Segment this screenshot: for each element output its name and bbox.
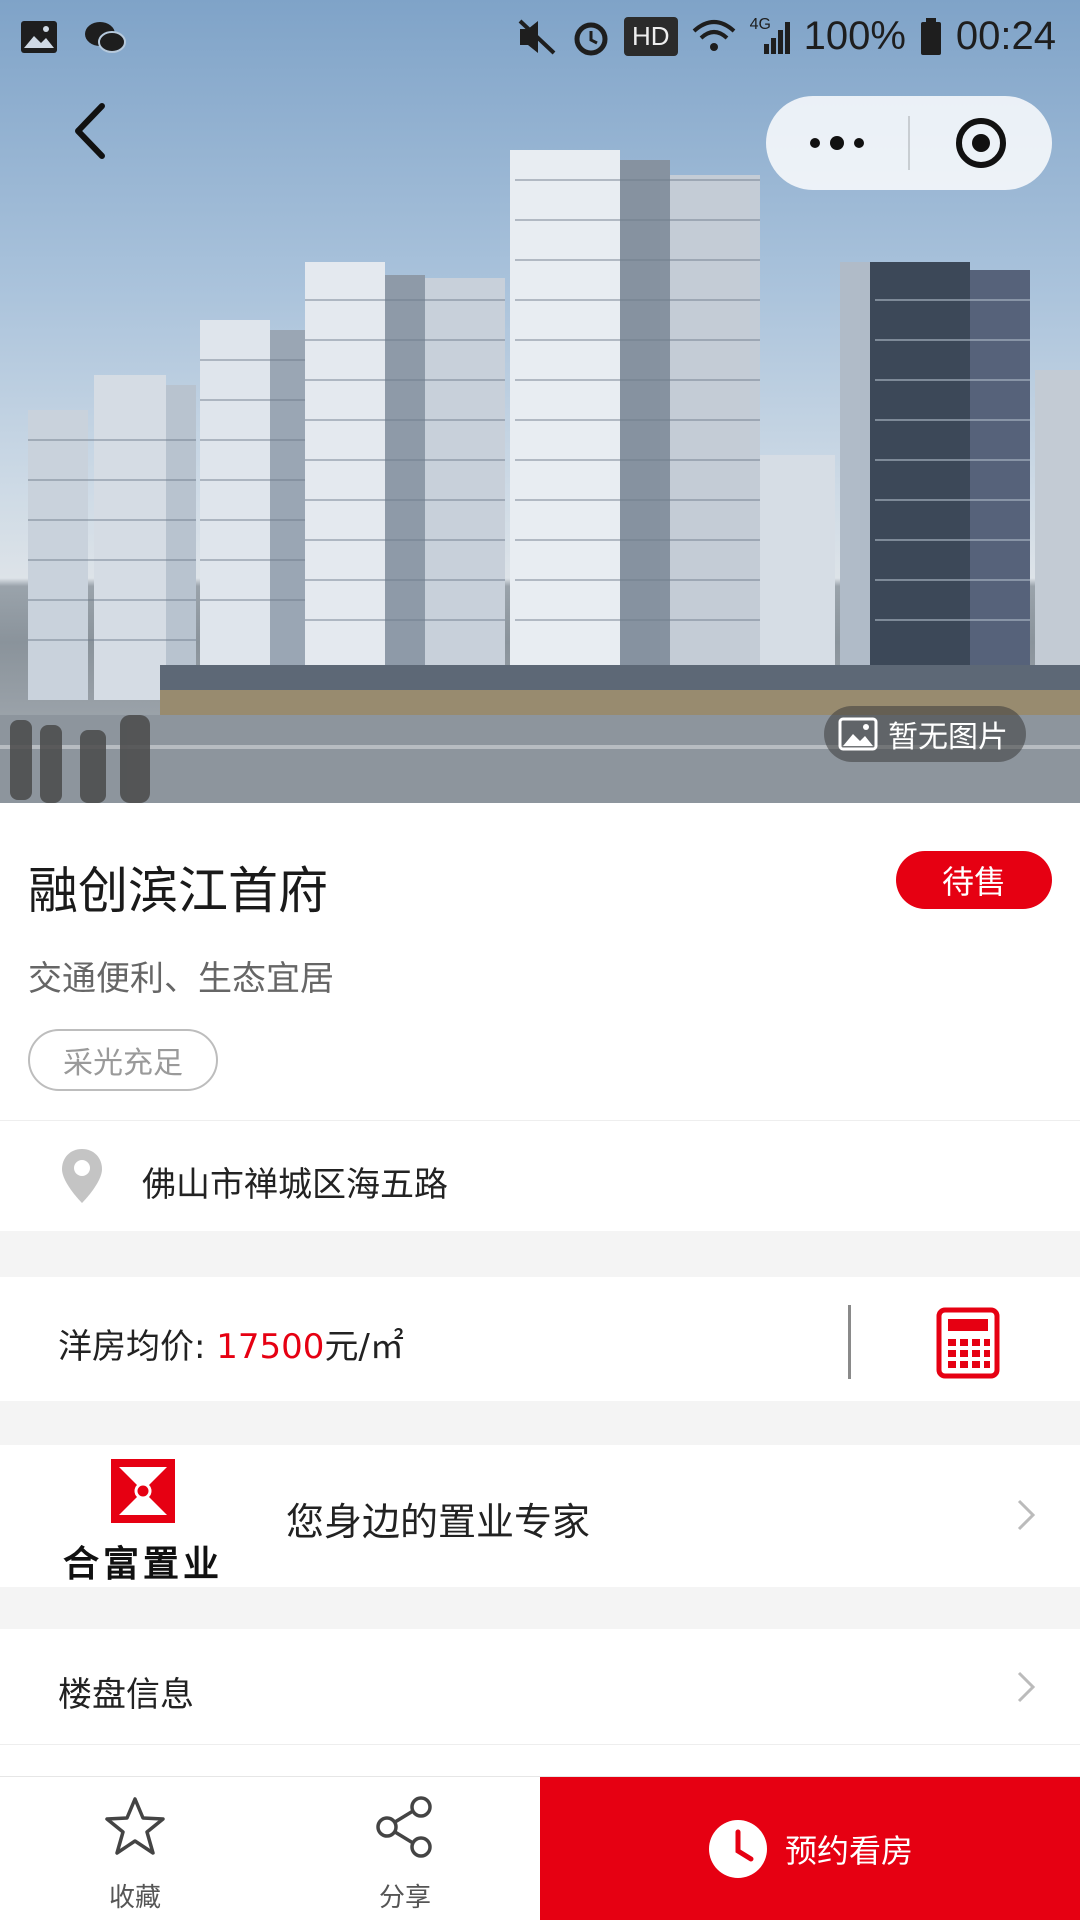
project-title: 融创滨江首府: [28, 862, 328, 920]
more-dots-icon: [810, 136, 864, 150]
more-button[interactable]: [766, 96, 908, 190]
section-gap: [0, 1231, 1080, 1277]
share-button[interactable]: 分享: [270, 1777, 540, 1920]
battery-percent: 100%: [803, 14, 906, 58]
image-notification-icon: [21, 21, 57, 53]
calculator-icon[interactable]: [936, 1307, 1000, 1379]
project-slogan: 交通便利、生态宜居: [28, 959, 334, 999]
book-viewing-button[interactable]: 预约看房: [540, 1777, 1080, 1920]
clock-icon: [708, 1820, 767, 1878]
chevron-right-icon: [1017, 1499, 1036, 1531]
address-text: 佛山市禅城区海五路: [142, 1165, 448, 1205]
clock: 00:24: [955, 14, 1056, 58]
book-viewing-label: 预约看房: [784, 1832, 913, 1870]
chevron-right-icon: [1017, 1671, 1036, 1703]
section-gap: [0, 1587, 1080, 1629]
location-pin-icon: [62, 1149, 102, 1203]
section-gap: [0, 1401, 1080, 1445]
hero-image: HD 4G 100% 00:24 暂无图片: [0, 0, 1080, 803]
close-miniprogram-button[interactable]: [910, 96, 1052, 190]
no-image-label: 暂无图片: [888, 720, 1008, 755]
agency-row[interactable]: 合富置业 您身边的置业专家: [0, 1445, 1080, 1587]
alarm-icon: [574, 22, 608, 55]
signal-icon: 4G: [750, 16, 790, 56]
bottom-action-bar: 收藏 分享 预约看房: [0, 1776, 1080, 1920]
network-badge: HD: [624, 17, 678, 56]
price-label: 洋房均价: 17500元/㎡: [58, 1319, 404, 1368]
favorite-label: 收藏: [108, 1883, 161, 1913]
agency-logo-mark: [111, 1459, 175, 1523]
favorite-button[interactable]: 收藏: [0, 1777, 270, 1920]
project-header: 融创滨江首府 待售 交通便利、生态宜居 采光充足: [0, 803, 1080, 1121]
miniprogram-capsule: [766, 96, 1052, 190]
mute-vibrate-icon: [518, 19, 556, 54]
share-label: 分享: [378, 1883, 431, 1913]
price-divider: [848, 1305, 851, 1379]
agency-logo: 合富置业: [58, 1457, 228, 1585]
target-icon: [956, 118, 1006, 168]
wechat-icon: [85, 22, 126, 53]
image-icon: [838, 717, 878, 751]
price-unit: 元/㎡: [324, 1327, 404, 1367]
agency-tagline: 您身边的置业专家: [286, 1500, 591, 1544]
chevron-left-icon: [75, 103, 105, 159]
feature-tag: 采光充足: [28, 1029, 218, 1091]
wifi-icon: [692, 19, 735, 51]
status-badge: 待售: [896, 851, 1052, 909]
share-icon: [376, 1796, 432, 1858]
no-image-badge: 暂无图片: [824, 706, 1026, 762]
price-value: 17500: [216, 1327, 325, 1367]
battery-icon: [920, 17, 941, 55]
price-label-text: 洋房均价:: [58, 1327, 217, 1367]
project-info-label: 楼盘信息: [58, 1675, 194, 1715]
star-icon: [105, 1797, 165, 1855]
back-button[interactable]: [60, 96, 120, 166]
address-row[interactable]: 佛山市禅城区海五路: [0, 1121, 1080, 1231]
price-row: 洋房均价: 17500元/㎡: [0, 1277, 1080, 1401]
status-bar: HD 4G 100% 00:24: [0, 0, 1080, 78]
project-info-row[interactable]: 楼盘信息: [0, 1629, 1080, 1745]
agency-logo-text: 合富置业: [62, 1544, 223, 1585]
